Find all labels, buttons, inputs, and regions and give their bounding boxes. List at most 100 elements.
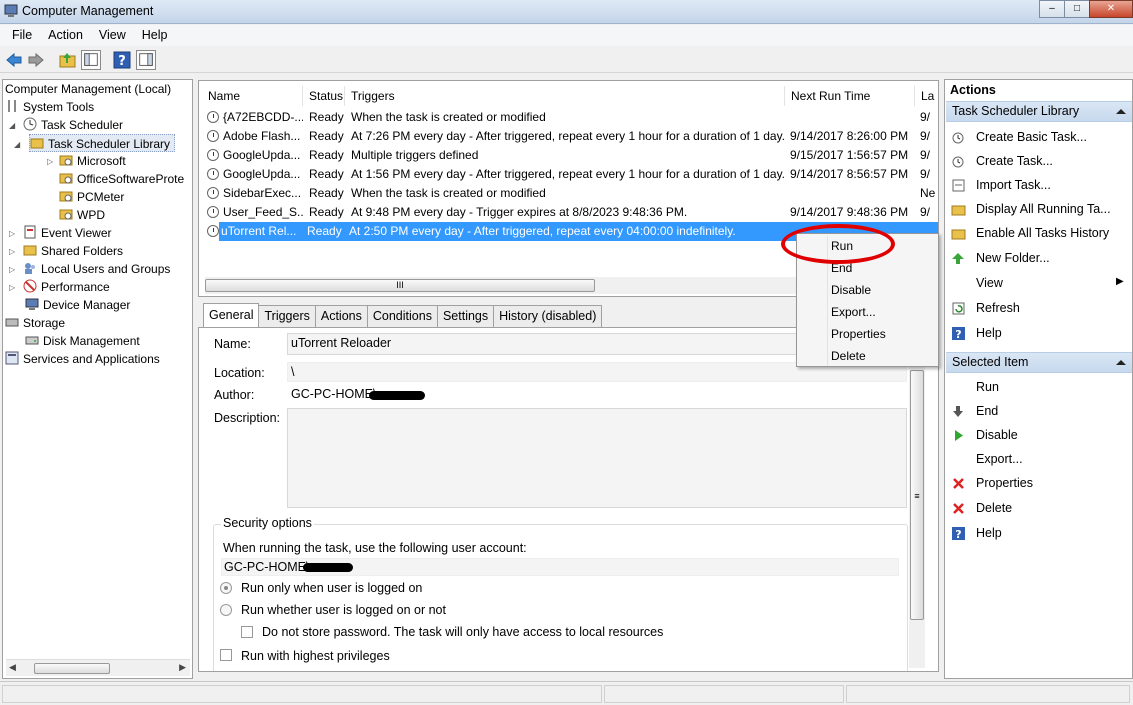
collapse-caret-icon[interactable] <box>1116 360 1126 365</box>
menu-file[interactable]: File <box>4 25 40 46</box>
column-header-last-run[interactable]: La <box>915 86 938 106</box>
tab-triggers[interactable]: Triggers <box>258 305 316 327</box>
task-row[interactable]: Adobe Flash... Ready At 7:26 PM every da… <box>202 127 938 146</box>
svg-text:?: ? <box>118 54 126 69</box>
task-row[interactable]: GoogleUpda... Ready At 1:56 PM every day… <box>202 165 938 184</box>
tree-item-pcmeter[interactable]: PCMeter <box>59 188 124 206</box>
users-icon <box>25 263 35 274</box>
maximize-button[interactable]: □ <box>1064 0 1090 18</box>
general-properties-panel: Name: uTorrent Reloader Location: \ Auth… <box>198 327 939 672</box>
expand-arrow-icon[interactable]: ▷ <box>9 229 18 238</box>
action-delete[interactable]: Delete <box>976 501 1012 515</box>
task-row[interactable]: User_Feed_S... Ready At 9:48 PM every da… <box>202 203 938 222</box>
action-export[interactable]: Export... <box>976 452 1023 466</box>
properties-vertical-scrollbar[interactable]: ≡ <box>909 338 925 668</box>
run-whether-logged-on-radio[interactable] <box>220 604 232 616</box>
section-task-scheduler-library[interactable]: Task Scheduler Library <box>946 101 1132 122</box>
action-import-task[interactable]: Import Task... <box>976 178 1051 192</box>
action-display-running-tasks[interactable]: Display All Running Ta... <box>976 202 1111 216</box>
section-selected-item[interactable]: Selected Item <box>946 352 1132 373</box>
tree-item-event-viewer[interactable]: ▷ Event Viewer <box>9 224 111 242</box>
close-button[interactable]: ✕ <box>1089 0 1133 18</box>
tab-actions[interactable]: Actions <box>314 305 368 327</box>
tab-settings[interactable]: Settings <box>436 305 495 327</box>
task-row[interactable]: SidebarExec... Ready When the task is cr… <box>202 184 938 203</box>
action-run[interactable]: Run <box>976 380 999 394</box>
tree-item-wpd[interactable]: WPD <box>59 206 105 224</box>
do-not-store-password-checkbox[interactable] <box>241 626 253 638</box>
scrollbar-thumb[interactable]: III <box>205 279 595 292</box>
expand-arrow-icon[interactable]: ▷ <box>47 157 56 166</box>
scroll-right-arrow-icon[interactable]: ▶ <box>179 662 186 673</box>
menu-view[interactable]: View <box>91 25 134 46</box>
action-end[interactable]: End <box>976 404 998 418</box>
expand-arrow-icon[interactable]: ▷ <box>9 265 18 274</box>
run-only-logged-on-radio[interactable] <box>220 582 232 594</box>
minimize-button[interactable]: – <box>1039 0 1065 18</box>
expand-arrow-icon[interactable]: ▷ <box>9 247 18 256</box>
action-new-folder[interactable]: New Folder... <box>976 251 1050 265</box>
tree-item-storage[interactable]: Storage <box>5 314 65 332</box>
task-row[interactable]: {A72EBCDD-... Ready When the task is cre… <box>202 108 938 127</box>
column-header-status[interactable]: Status <box>303 86 345 106</box>
tree-item-task-scheduler-library[interactable]: ◢ Task Scheduler Library <box>14 134 176 152</box>
scrollbar-thumb[interactable] <box>34 663 110 674</box>
context-menu-disable[interactable]: Disable <box>831 283 871 297</box>
context-menu-properties[interactable]: Properties <box>831 327 886 341</box>
task-row[interactable]: GoogleUpda... Ready Multiple triggers de… <box>202 146 938 165</box>
tree-item-task-scheduler[interactable]: ◢ Task Scheduler <box>9 116 123 134</box>
collapse-arrow-icon[interactable]: ◢ <box>14 140 23 149</box>
column-header-next-run-time[interactable]: Next Run Time <box>785 86 915 106</box>
action-enable-tasks-history[interactable]: Enable All Tasks History <box>976 226 1109 240</box>
tree-root[interactable]: Computer Management (Local) <box>5 80 171 98</box>
highest-privileges-checkbox[interactable] <box>220 649 232 661</box>
scroll-left-arrow-icon[interactable]: ◀ <box>9 662 16 673</box>
forward-arrow-icon[interactable] <box>26 50 46 70</box>
account-prompt: When running the task, use the following… <box>223 541 527 555</box>
help-icon: ? <box>952 527 965 541</box>
show-hide-action-pane-icon[interactable] <box>136 50 156 70</box>
folder-clock-icon <box>59 191 73 202</box>
column-header-name[interactable]: Name <box>202 86 303 106</box>
show-hide-console-tree-icon[interactable] <box>81 50 101 70</box>
description-field[interactable] <box>287 408 907 508</box>
expand-arrow-icon[interactable]: ▷ <box>9 283 18 292</box>
collapse-caret-icon[interactable] <box>1116 109 1126 114</box>
actions-title: Actions <box>950 83 996 97</box>
tree-item-device-manager[interactable]: Device Manager <box>25 296 130 314</box>
action-create-task[interactable]: Create Task... <box>976 154 1053 168</box>
tree-item-local-users[interactable]: ▷ Local Users and Groups <box>9 260 170 278</box>
tree-item-services-applications[interactable]: Services and Applications <box>5 350 160 368</box>
back-arrow-icon[interactable] <box>4 50 24 70</box>
action-disable[interactable]: Disable <box>976 428 1018 442</box>
collapse-arrow-icon[interactable]: ◢ <box>9 121 18 130</box>
tree-item-shared-folders[interactable]: ▷ Shared Folders <box>9 242 123 260</box>
tree-item-performance[interactable]: ▷ Performance <box>9 278 110 296</box>
context-menu-export[interactable]: Export... <box>831 305 876 319</box>
action-help-selected[interactable]: Help <box>976 526 1002 540</box>
action-help[interactable]: Help <box>976 326 1002 340</box>
action-view[interactable]: View <box>976 276 1003 290</box>
tree-item-system-tools[interactable]: System Tools <box>5 98 94 116</box>
tab-history[interactable]: History (disabled) <box>493 305 603 327</box>
task-clock-icon <box>207 111 219 123</box>
tab-conditions[interactable]: Conditions <box>366 305 438 327</box>
task-clock-icon <box>207 149 219 161</box>
run-whether-logged-on-label: Run whether user is logged on or not <box>241 603 446 617</box>
tab-general[interactable]: General <box>203 303 260 327</box>
action-properties[interactable]: Properties <box>976 476 1033 490</box>
tree-item-officesoftwareprotection[interactable]: OfficeSoftwareProte <box>59 170 184 188</box>
tree-item-microsoft[interactable]: ▷ Microsoft <box>47 152 126 170</box>
menu-help[interactable]: Help <box>134 25 176 46</box>
up-folder-icon[interactable] <box>58 50 78 70</box>
action-create-basic-task[interactable]: Create Basic Task... <box>976 130 1087 144</box>
tree-item-disk-management[interactable]: Disk Management <box>25 332 140 350</box>
tools-icon <box>8 100 16 112</box>
tree-horizontal-scrollbar[interactable]: ◀ ▶ <box>6 659 190 676</box>
action-refresh[interactable]: Refresh <box>976 301 1020 315</box>
help-icon[interactable]: ? <box>112 50 132 70</box>
column-header-triggers[interactable]: Triggers <box>345 86 785 106</box>
context-menu-delete[interactable]: Delete <box>831 349 866 363</box>
menu-action[interactable]: Action <box>40 25 91 46</box>
scrollbar-thumb[interactable]: ≡ <box>910 370 924 620</box>
